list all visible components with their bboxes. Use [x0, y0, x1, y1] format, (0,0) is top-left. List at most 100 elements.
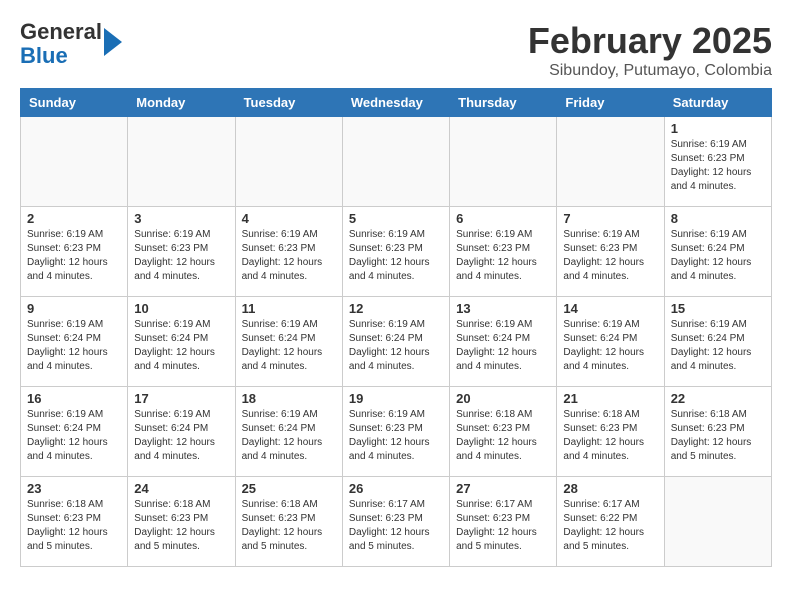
- day-info: Sunrise: 6:19 AM Sunset: 6:23 PM Dayligh…: [27, 228, 121, 284]
- day-info: Sunrise: 6:19 AM Sunset: 6:24 PM Dayligh…: [134, 318, 228, 374]
- calendar-day-cell: 9 Sunrise: 6:19 AM Sunset: 6:24 PM Daylig…: [21, 297, 128, 387]
- calendar-day-cell: [664, 477, 771, 567]
- calendar-day-cell: 22 Sunrise: 6:18 AM Sunset: 6:23 PM Dayli…: [664, 387, 771, 477]
- calendar-day-cell: 14 Sunrise: 6:19 AM Sunset: 6:24 PM Dayli…: [557, 297, 664, 387]
- day-number: 28: [563, 481, 657, 496]
- day-number: 23: [27, 481, 121, 496]
- main-title: February 2025: [528, 20, 772, 62]
- day-info: Sunrise: 6:19 AM Sunset: 6:23 PM Dayligh…: [349, 408, 443, 464]
- logo-general: General: [20, 19, 102, 44]
- day-number: 1: [671, 121, 765, 136]
- day-number: 24: [134, 481, 228, 496]
- day-number: 26: [349, 481, 443, 496]
- day-number: 7: [563, 211, 657, 226]
- calendar-day-header: Thursday: [450, 89, 557, 117]
- calendar-day-cell: 8 Sunrise: 6:19 AM Sunset: 6:24 PM Daylig…: [664, 207, 771, 297]
- day-number: 10: [134, 301, 228, 316]
- day-number: 15: [671, 301, 765, 316]
- calendar-day-cell: [557, 117, 664, 207]
- calendar-table: SundayMondayTuesdayWednesdayThursdayFrid…: [20, 88, 772, 567]
- day-info: Sunrise: 6:19 AM Sunset: 6:24 PM Dayligh…: [671, 318, 765, 374]
- calendar-day-cell: 25 Sunrise: 6:18 AM Sunset: 6:23 PM Dayli…: [235, 477, 342, 567]
- calendar-day-cell: 12Sunrise: 6:19 AM Sunset: 6:24 PM Dayli…: [342, 297, 449, 387]
- calendar-week-row: 23 Sunrise: 6:18 AM Sunset: 6:23 PM Dayli…: [21, 477, 772, 567]
- calendar-day-cell: [342, 117, 449, 207]
- day-number: 13: [456, 301, 550, 316]
- calendar-header-row: SundayMondayTuesdayWednesdayThursdayFrid…: [21, 89, 772, 117]
- calendar-week-row: 16 Sunrise: 6:19 AM Sunset: 6:24 PM Dayli…: [21, 387, 772, 477]
- subtitle: Sibundoy, Putumayo, Colombia: [528, 62, 772, 80]
- calendar-day-cell: 26Sunrise: 6:17 AM Sunset: 6:23 PM Dayli…: [342, 477, 449, 567]
- calendar-day-cell: 24Sunrise: 6:18 AM Sunset: 6:23 PM Dayli…: [128, 477, 235, 567]
- day-number: 18: [242, 391, 336, 406]
- day-number: 14: [563, 301, 657, 316]
- day-info: Sunrise: 6:18 AM Sunset: 6:23 PM Dayligh…: [456, 408, 550, 464]
- calendar-day-cell: 10 Sunrise: 6:19 AM Sunset: 6:24 PM Dayli…: [128, 297, 235, 387]
- calendar-day-cell: 1 Sunrise: 6:19 AM Sunset: 6:23 PM Daylig…: [664, 117, 771, 207]
- calendar-day-cell: [235, 117, 342, 207]
- day-number: 5: [349, 211, 443, 226]
- day-info: Sunrise: 6:19 AM Sunset: 6:24 PM Dayligh…: [456, 318, 550, 374]
- day-number: 6: [456, 211, 550, 226]
- calendar-day-cell: 4 Sunrise: 6:19 AM Sunset: 6:23 PM Daylig…: [235, 207, 342, 297]
- day-info: Sunrise: 6:18 AM Sunset: 6:23 PM Dayligh…: [563, 408, 657, 464]
- day-number: 19: [349, 391, 443, 406]
- day-number: 22: [671, 391, 765, 406]
- calendar-day-header: Wednesday: [342, 89, 449, 117]
- day-info: Sunrise: 6:17 AM Sunset: 6:22 PM Dayligh…: [563, 498, 657, 554]
- calendar-day-cell: 5 Sunrise: 6:19 AM Sunset: 6:23 PM Daylig…: [342, 207, 449, 297]
- calendar-day-cell: 6 Sunrise: 6:19 AM Sunset: 6:23 PM Daylig…: [450, 207, 557, 297]
- day-info: Sunrise: 6:18 AM Sunset: 6:23 PM Dayligh…: [242, 498, 336, 554]
- calendar-day-cell: 27 Sunrise: 6:17 AM Sunset: 6:23 PM Dayli…: [450, 477, 557, 567]
- calendar-day-cell: 28 Sunrise: 6:17 AM Sunset: 6:22 PM Dayli…: [557, 477, 664, 567]
- calendar-day-cell: [21, 117, 128, 207]
- day-number: 8: [671, 211, 765, 226]
- calendar-day-header: Saturday: [664, 89, 771, 117]
- day-number: 3: [134, 211, 228, 226]
- calendar-day-cell: 7 Sunrise: 6:19 AM Sunset: 6:23 PM Daylig…: [557, 207, 664, 297]
- day-number: 4: [242, 211, 336, 226]
- calendar-day-cell: 2 Sunrise: 6:19 AM Sunset: 6:23 PM Daylig…: [21, 207, 128, 297]
- calendar-day-cell: 23 Sunrise: 6:18 AM Sunset: 6:23 PM Dayli…: [21, 477, 128, 567]
- day-number: 17: [134, 391, 228, 406]
- day-info: Sunrise: 6:19 AM Sunset: 6:24 PM Dayligh…: [671, 228, 765, 284]
- calendar-day-cell: 11Sunrise: 6:19 AM Sunset: 6:24 PM Dayli…: [235, 297, 342, 387]
- day-info: Sunrise: 6:19 AM Sunset: 6:23 PM Dayligh…: [134, 228, 228, 284]
- day-number: 27: [456, 481, 550, 496]
- calendar-day-cell: 16 Sunrise: 6:19 AM Sunset: 6:24 PM Dayli…: [21, 387, 128, 477]
- day-info: Sunrise: 6:19 AM Sunset: 6:23 PM Dayligh…: [563, 228, 657, 284]
- day-info: Sunrise: 6:18 AM Sunset: 6:23 PM Dayligh…: [27, 498, 121, 554]
- day-info: Sunrise: 6:19 AM Sunset: 6:24 PM Dayligh…: [242, 318, 336, 374]
- day-info: Sunrise: 6:19 AM Sunset: 6:23 PM Dayligh…: [349, 228, 443, 284]
- day-number: 25: [242, 481, 336, 496]
- calendar-day-cell: [450, 117, 557, 207]
- calendar-week-row: 1 Sunrise: 6:19 AM Sunset: 6:23 PM Daylig…: [21, 117, 772, 207]
- calendar-day-cell: 18 Sunrise: 6:19 AM Sunset: 6:24 PM Dayli…: [235, 387, 342, 477]
- day-info: Sunrise: 6:19 AM Sunset: 6:24 PM Dayligh…: [27, 408, 121, 464]
- day-info: Sunrise: 6:19 AM Sunset: 6:24 PM Dayligh…: [563, 318, 657, 374]
- calendar-day-cell: [128, 117, 235, 207]
- day-number: 9: [27, 301, 121, 316]
- day-info: Sunrise: 6:19 AM Sunset: 6:23 PM Dayligh…: [242, 228, 336, 284]
- day-info: Sunrise: 6:19 AM Sunset: 6:23 PM Dayligh…: [671, 138, 765, 194]
- day-info: Sunrise: 6:18 AM Sunset: 6:23 PM Dayligh…: [671, 408, 765, 464]
- day-info: Sunrise: 6:19 AM Sunset: 6:24 PM Dayligh…: [134, 408, 228, 464]
- day-number: 2: [27, 211, 121, 226]
- day-number: 21: [563, 391, 657, 406]
- day-info: Sunrise: 6:19 AM Sunset: 6:23 PM Dayligh…: [456, 228, 550, 284]
- calendar-day-header: Friday: [557, 89, 664, 117]
- calendar-day-header: Monday: [128, 89, 235, 117]
- logo-arrow-icon: [104, 28, 122, 56]
- calendar-day-cell: 13 Sunrise: 6:19 AM Sunset: 6:24 PM Dayli…: [450, 297, 557, 387]
- day-info: Sunrise: 6:19 AM Sunset: 6:24 PM Dayligh…: [242, 408, 336, 464]
- calendar-day-cell: 19 Sunrise: 6:19 AM Sunset: 6:23 PM Dayli…: [342, 387, 449, 477]
- calendar-week-row: 2 Sunrise: 6:19 AM Sunset: 6:23 PM Daylig…: [21, 207, 772, 297]
- day-info: Sunrise: 6:17 AM Sunset: 6:23 PM Dayligh…: [456, 498, 550, 554]
- page-header: General Blue February 2025 Sibundoy, Put…: [20, 20, 772, 80]
- day-number: 16: [27, 391, 121, 406]
- day-info: Sunrise: 6:19 AM Sunset: 6:24 PM Dayligh…: [27, 318, 121, 374]
- calendar-day-cell: 21 Sunrise: 6:18 AM Sunset: 6:23 PM Dayli…: [557, 387, 664, 477]
- logo-blue: Blue: [20, 43, 68, 68]
- title-section: February 2025 Sibundoy, Putumayo, Colomb…: [528, 20, 772, 80]
- calendar-week-row: 9 Sunrise: 6:19 AM Sunset: 6:24 PM Daylig…: [21, 297, 772, 387]
